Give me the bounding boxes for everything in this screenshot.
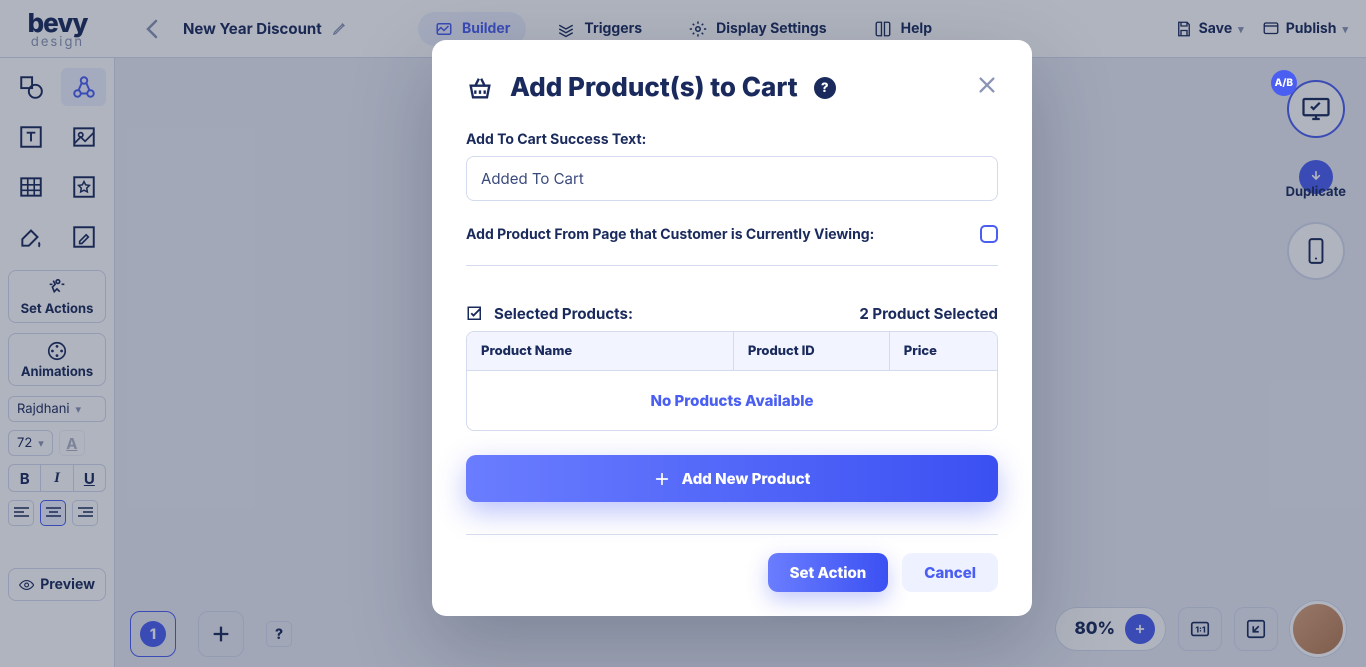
success-text-label: Add To Cart Success Text:	[466, 131, 998, 148]
cancel-button[interactable]: Cancel	[902, 553, 998, 592]
add-new-product-button[interactable]: Add New Product	[466, 455, 998, 502]
close-icon	[976, 74, 998, 96]
ab-test-badge[interactable]: A/B	[1271, 70, 1297, 96]
col-id: Product ID	[734, 332, 890, 370]
table-empty: No Products Available	[467, 371, 997, 430]
check-icon	[466, 305, 484, 323]
add-from-page-checkbox[interactable]	[980, 225, 998, 243]
set-action-button[interactable]: Set Action	[768, 553, 889, 592]
add-from-page-label: Add Product From Page that Customer is C…	[466, 226, 874, 243]
products-table: Product Name Product ID Price No Product…	[466, 331, 998, 431]
success-text-input[interactable]	[466, 156, 998, 201]
modal-title: Add Product(s) to Cart	[510, 72, 798, 103]
col-name: Product Name	[467, 332, 734, 370]
modal-help-button[interactable]: ?	[814, 77, 836, 99]
selected-products-label: Selected Products:	[494, 304, 633, 323]
add-to-cart-modal: Add Product(s) to Cart ? Add To Cart Suc…	[432, 40, 1032, 616]
plus-icon	[654, 471, 670, 487]
close-button[interactable]	[976, 74, 998, 96]
col-price: Price	[890, 332, 997, 370]
basket-icon	[466, 74, 494, 102]
selected-count: 2 Product Selected	[859, 304, 998, 323]
